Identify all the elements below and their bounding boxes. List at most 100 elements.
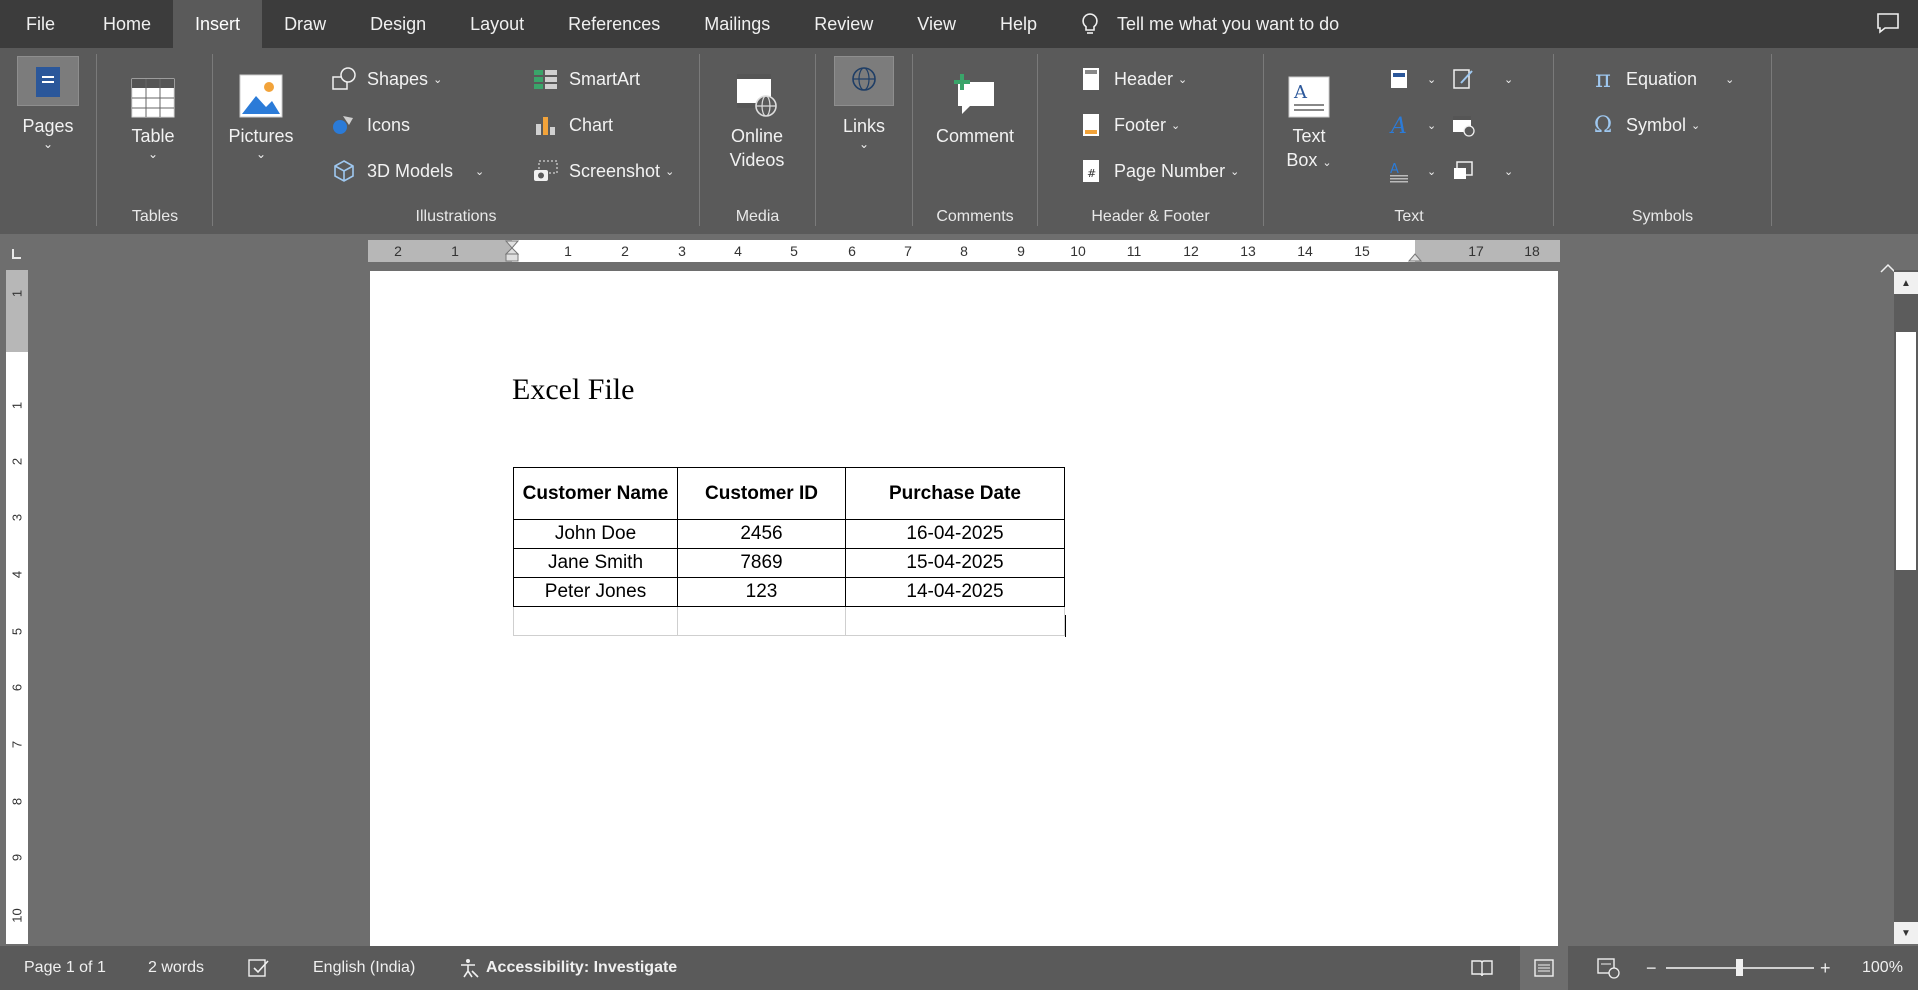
ruler-number: 10 (1070, 243, 1086, 259)
ruler-number: 4 (734, 243, 742, 259)
table-cell[interactable]: 14-04-2025 (845, 577, 1065, 607)
scrollbar-thumb[interactable] (1896, 332, 1916, 570)
drop-cap-button[interactable]: A ⌄ (1384, 158, 1436, 184)
left-indent-marker[interactable] (505, 240, 519, 266)
ruler-number: 1 (9, 289, 25, 298)
signature-line-button[interactable]: ⌄ (1448, 66, 1513, 92)
divider (1771, 54, 1772, 226)
comment-button[interactable]: Comment (923, 62, 1027, 148)
scroll-down-button[interactable]: ▼ (1894, 922, 1918, 944)
picture-icon (239, 74, 283, 118)
smartart-icon (534, 70, 557, 89)
text-box-button[interactable]: A Text Box ⌄ (1274, 62, 1344, 175)
links-button[interactable] (834, 56, 894, 106)
table-button[interactable]: Table ⌄ (111, 62, 195, 160)
tell-me-search[interactable]: Tell me what you want to do (1081, 12, 1339, 36)
page-count[interactable]: Page 1 of 1 (24, 946, 106, 990)
tab-review[interactable]: Review (792, 0, 895, 48)
zoom-level[interactable]: 100% (1862, 946, 1903, 990)
ruler-number: 8 (960, 243, 968, 259)
footer-button[interactable]: Footer ⌄ (1076, 112, 1180, 138)
drop-cap-icon: A (1390, 162, 1408, 183)
tab-design[interactable]: Design (348, 0, 448, 48)
quick-parts-button[interactable]: ⌄ (1384, 66, 1436, 92)
table-cell[interactable]: Peter Jones (513, 577, 678, 607)
tab-mailings[interactable]: Mailings (682, 0, 792, 48)
pages-label-wrap[interactable]: Pages ⌄ (12, 114, 84, 150)
equation-button[interactable]: π Equation ⌄ (1588, 65, 1734, 93)
tab-draw[interactable]: Draw (262, 0, 348, 48)
smartart-button[interactable]: SmartArt (531, 66, 640, 92)
right-indent-marker[interactable] (1408, 248, 1422, 262)
tab-home[interactable]: Home (81, 0, 173, 48)
table-cell[interactable]: 15-04-2025 (845, 548, 1065, 578)
text-box-label-1: Text (1292, 126, 1326, 146)
wordart-button[interactable]: A ⌄ (1384, 112, 1436, 138)
3d-models-label: 3D Models (367, 160, 454, 181)
vertical-scrollbar[interactable]: ▲ ▼ (1894, 270, 1918, 944)
date-time-button[interactable] (1448, 112, 1486, 138)
horizontal-ruler[interactable]: 2 1 1 2 3 4 5 6 7 8 9 10 11 12 13 14 15 … (368, 240, 1560, 262)
smartart-label: SmartArt (569, 68, 641, 89)
object-button[interactable]: ⌄ (1448, 158, 1513, 184)
read-mode-button[interactable] (1470, 946, 1494, 990)
table-cell[interactable]: 7869 (677, 548, 846, 578)
customer-table[interactable]: Customer Name Customer ID Purchase Date … (513, 467, 1065, 636)
ruler-number: 2 (621, 243, 629, 259)
tab-layout[interactable]: Layout (448, 0, 546, 48)
comments-pane-button[interactable] (1876, 12, 1900, 39)
table-cell-empty[interactable] (677, 606, 846, 636)
header-button[interactable]: Header ⌄ (1076, 66, 1187, 92)
proofing-status[interactable] (248, 946, 270, 990)
document-heading[interactable]: Excel File (512, 373, 634, 407)
links-label-wrap[interactable]: Links ⌄ (824, 114, 904, 150)
svg-text:#: # (1087, 167, 1096, 180)
page-number-button[interactable]: # Page Number ⌄ (1076, 158, 1239, 184)
language-status[interactable]: English (India) (313, 946, 415, 990)
table-header-cell[interactable]: Customer Name (513, 467, 678, 520)
zoom-slider-thumb[interactable] (1736, 959, 1743, 976)
table-cell[interactable]: 16-04-2025 (845, 519, 1065, 549)
chart-button[interactable]: Chart (531, 112, 613, 138)
table-cell-empty[interactable] (845, 606, 1065, 636)
table-cell-empty[interactable] (513, 606, 678, 636)
tab-insert[interactable]: Insert (173, 0, 263, 48)
media-group: Online Videos Media (700, 48, 815, 234)
print-layout-button[interactable] (1520, 946, 1568, 990)
pages-label: Pages (22, 116, 74, 136)
tab-references[interactable]: References (546, 0, 682, 48)
comments-group: Comment Comments (913, 48, 1037, 234)
table-header-cell[interactable]: Purchase Date (845, 467, 1065, 520)
table-header-cell[interactable]: Customer ID (677, 467, 846, 520)
scroll-up-button[interactable]: ▲ (1894, 272, 1918, 294)
proofing-icon (248, 959, 269, 977)
text-box-label-2: Box ⌄ (1286, 148, 1331, 175)
table-cell[interactable]: 123 (677, 577, 846, 607)
online-videos-button[interactable]: Online Videos (714, 62, 800, 172)
chevron-down-icon: ⌄ (1427, 165, 1437, 178)
tab-help[interactable]: Help (978, 0, 1059, 48)
pages-button[interactable] (17, 56, 79, 106)
vertical-ruler[interactable]: 1 1 2 3 4 5 6 7 8 9 10 (6, 270, 28, 944)
3d-models-button[interactable]: 3D Models ⌄ (329, 158, 484, 184)
document-page[interactable]: Excel File Customer Name Customer ID Pur… (370, 271, 1558, 946)
table-cell[interactable]: Jane Smith (513, 548, 678, 578)
symbol-button[interactable]: Ω Symbol ⌄ (1588, 112, 1700, 138)
zoom-out-button[interactable]: − (1646, 946, 1657, 990)
pictures-button[interactable]: Pictures ⌄ (223, 62, 299, 160)
zoom-in-button[interactable]: + (1820, 946, 1831, 990)
table-cell[interactable]: 2456 (677, 519, 846, 549)
tab-file[interactable]: File (0, 0, 81, 48)
screenshot-button[interactable]: Screenshot ⌄ (531, 158, 674, 184)
ruler-number: 3 (678, 243, 686, 259)
accessibility-status[interactable]: Accessibility: Investigate (458, 946, 677, 990)
tab-selector[interactable] (6, 243, 28, 265)
web-layout-button[interactable] (1596, 946, 1620, 990)
icons-button[interactable]: Icons (329, 112, 410, 138)
word-count[interactable]: 2 words (148, 946, 204, 990)
zoom-slider[interactable] (1666, 946, 1814, 990)
table-cell[interactable]: John Doe (513, 519, 678, 549)
shapes-button[interactable]: Shapes ⌄ (329, 66, 442, 92)
tab-view[interactable]: View (895, 0, 978, 48)
ruler-number: 1 (564, 243, 572, 259)
